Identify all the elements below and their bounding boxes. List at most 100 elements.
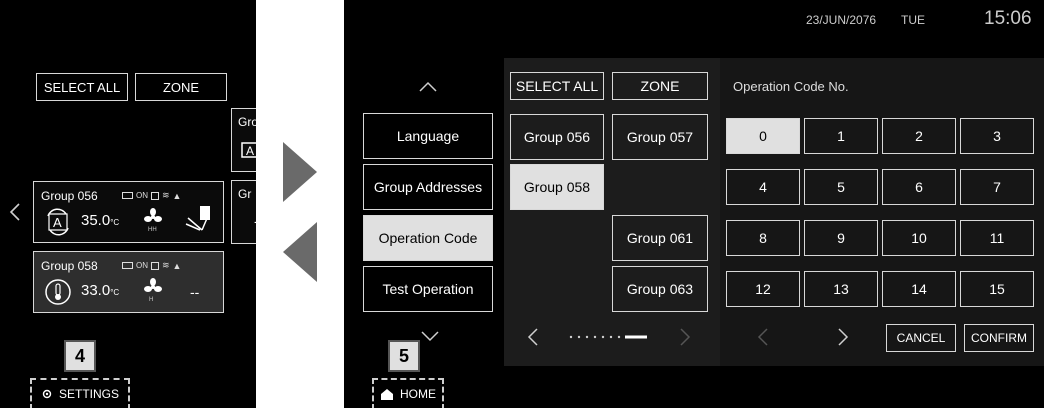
page-indicator xyxy=(569,335,647,339)
step-number: 4 xyxy=(74,345,85,366)
auto-mode-icon: A xyxy=(241,142,256,158)
chevron-right-icon[interactable] xyxy=(678,327,692,347)
group-button-058[interactable]: Group 058 xyxy=(510,164,604,210)
swing-icon: ≋ xyxy=(162,260,170,270)
left-screen: SELECT ALL ZONE Gro A Gr - Group 056 ON xyxy=(0,0,256,408)
key-4[interactable]: 4 xyxy=(726,169,800,205)
group-name: Group 056 xyxy=(41,189,98,203)
key-10[interactable]: 10 xyxy=(882,220,956,256)
on-status: ON xyxy=(136,261,148,270)
group-card-058[interactable]: Group 058 ON ≋ ▲ 33.0°C H -- xyxy=(33,251,224,313)
auto-mode-icon: A xyxy=(47,208,69,236)
louver-icon xyxy=(185,206,210,231)
chevron-up-icon[interactable] xyxy=(418,81,438,93)
key-label: 9 xyxy=(837,230,845,246)
group-button-056[interactable]: Group 056 xyxy=(510,114,604,160)
key-3[interactable]: 3 xyxy=(960,118,1034,154)
cancel-label: CANCEL xyxy=(896,331,946,345)
temperature: 33.0°C xyxy=(81,282,119,299)
key-14[interactable]: 14 xyxy=(882,271,956,307)
group-button-057[interactable]: Group 057 xyxy=(612,114,708,160)
menu-item-group-addresses[interactable]: Group Addresses xyxy=(363,164,493,210)
key-label: 5 xyxy=(837,179,845,195)
key-8[interactable]: 8 xyxy=(726,220,800,256)
key-label: 8 xyxy=(759,230,767,246)
status-icon xyxy=(122,262,133,269)
key-9[interactable]: 9 xyxy=(804,220,878,256)
chevron-right-icon[interactable] xyxy=(836,327,850,347)
svg-text:A: A xyxy=(246,144,254,158)
group-card-partial-mid[interactable]: Gr - xyxy=(231,180,256,244)
chevron-down-icon[interactable] xyxy=(420,329,440,343)
key-15[interactable]: 15 xyxy=(960,271,1034,307)
zone-button[interactable]: ZONE xyxy=(612,72,708,100)
menu-item-label: Test Operation xyxy=(382,281,474,297)
step-badge: 5 xyxy=(388,340,420,372)
svg-text:A: A xyxy=(53,215,62,230)
group-card-partial-label-2: Gr xyxy=(238,187,252,201)
group-selector-panel xyxy=(504,58,720,366)
key-label: 3 xyxy=(993,128,1001,144)
menu-item-test-operation[interactable]: Test Operation xyxy=(363,266,493,312)
key-7[interactable]: 7 xyxy=(960,169,1034,205)
warning-icon: ▲ xyxy=(172,260,182,271)
zone-button[interactable]: ZONE xyxy=(135,73,227,101)
settings-button[interactable]: SETTINGS xyxy=(30,378,130,408)
menu-item-language[interactable]: Language xyxy=(363,113,493,159)
select-all-label: SELECT ALL xyxy=(43,79,121,95)
temperature-unit: °C xyxy=(110,288,120,297)
select-all-button[interactable]: SELECT ALL xyxy=(36,73,128,101)
cancel-button[interactable]: CANCEL xyxy=(886,324,956,352)
key-label: 1 xyxy=(837,128,845,144)
temperature-value: 35.0 xyxy=(81,212,111,229)
home-icon xyxy=(381,389,393,400)
louver-value: -- xyxy=(190,284,200,300)
operation-code-title: Operation Code No. xyxy=(733,79,849,94)
key-label: 6 xyxy=(915,179,923,195)
step-number: 5 xyxy=(398,345,409,366)
chevron-left-icon[interactable] xyxy=(526,327,540,347)
gear-icon xyxy=(42,389,52,399)
key-label: 0 xyxy=(759,128,767,144)
key-label: 11 xyxy=(989,230,1005,246)
key-11[interactable]: 11 xyxy=(960,220,1034,256)
key-13[interactable]: 13 xyxy=(804,271,878,307)
step-badge: 4 xyxy=(64,340,96,372)
confirm-label: CONFIRM xyxy=(971,331,1027,345)
menu-item-operation-code[interactable]: Operation Code xyxy=(363,215,493,261)
group-card-partial-top[interactable]: Gro A xyxy=(231,108,256,172)
group-button-061[interactable]: Group 061 xyxy=(612,215,708,261)
group-button-063[interactable]: Group 063 xyxy=(612,266,708,312)
home-button[interactable]: HOME xyxy=(372,378,444,408)
group-name: Group 058 xyxy=(41,259,98,273)
swing-icon: ≋ xyxy=(162,190,170,200)
confirm-button[interactable]: CONFIRM xyxy=(964,324,1034,352)
zone-label: ZONE xyxy=(162,79,200,95)
select-all-button[interactable]: SELECT ALL xyxy=(510,72,604,100)
key-5[interactable]: 5 xyxy=(804,169,878,205)
time-display: 15:06 xyxy=(984,8,1032,29)
menu-item-label: Group Addresses xyxy=(373,179,483,195)
key-2[interactable]: 2 xyxy=(882,118,956,154)
temperature-value: 33.0 xyxy=(81,282,111,299)
fan-speed-label: HH xyxy=(148,227,157,233)
group-button-label: Group 061 xyxy=(626,230,694,246)
key-label: 7 xyxy=(993,179,1001,195)
key-6[interactable]: 6 xyxy=(882,169,956,205)
settings-label: SETTINGS xyxy=(58,387,119,401)
grid-icon xyxy=(151,261,159,270)
key-label: 2 xyxy=(915,128,923,144)
group-card-056[interactable]: Group 056 ON ≋ ▲ A 35.0°C HH xyxy=(33,181,224,243)
chevron-left-icon[interactable] xyxy=(756,327,770,347)
key-0[interactable]: 0 xyxy=(726,118,800,154)
key-1[interactable]: 1 xyxy=(804,118,878,154)
key-12[interactable]: 12 xyxy=(726,271,800,307)
operation-code-panel xyxy=(720,58,1044,366)
fan-icon xyxy=(144,278,162,292)
chevron-left-icon[interactable] xyxy=(8,202,22,222)
grid-icon xyxy=(151,191,159,200)
date-display: 23/JUN/2076 xyxy=(806,13,877,27)
menu-item-label: Operation Code xyxy=(378,230,478,246)
key-label: 13 xyxy=(833,281,849,297)
arrow-right-icon xyxy=(283,142,317,202)
